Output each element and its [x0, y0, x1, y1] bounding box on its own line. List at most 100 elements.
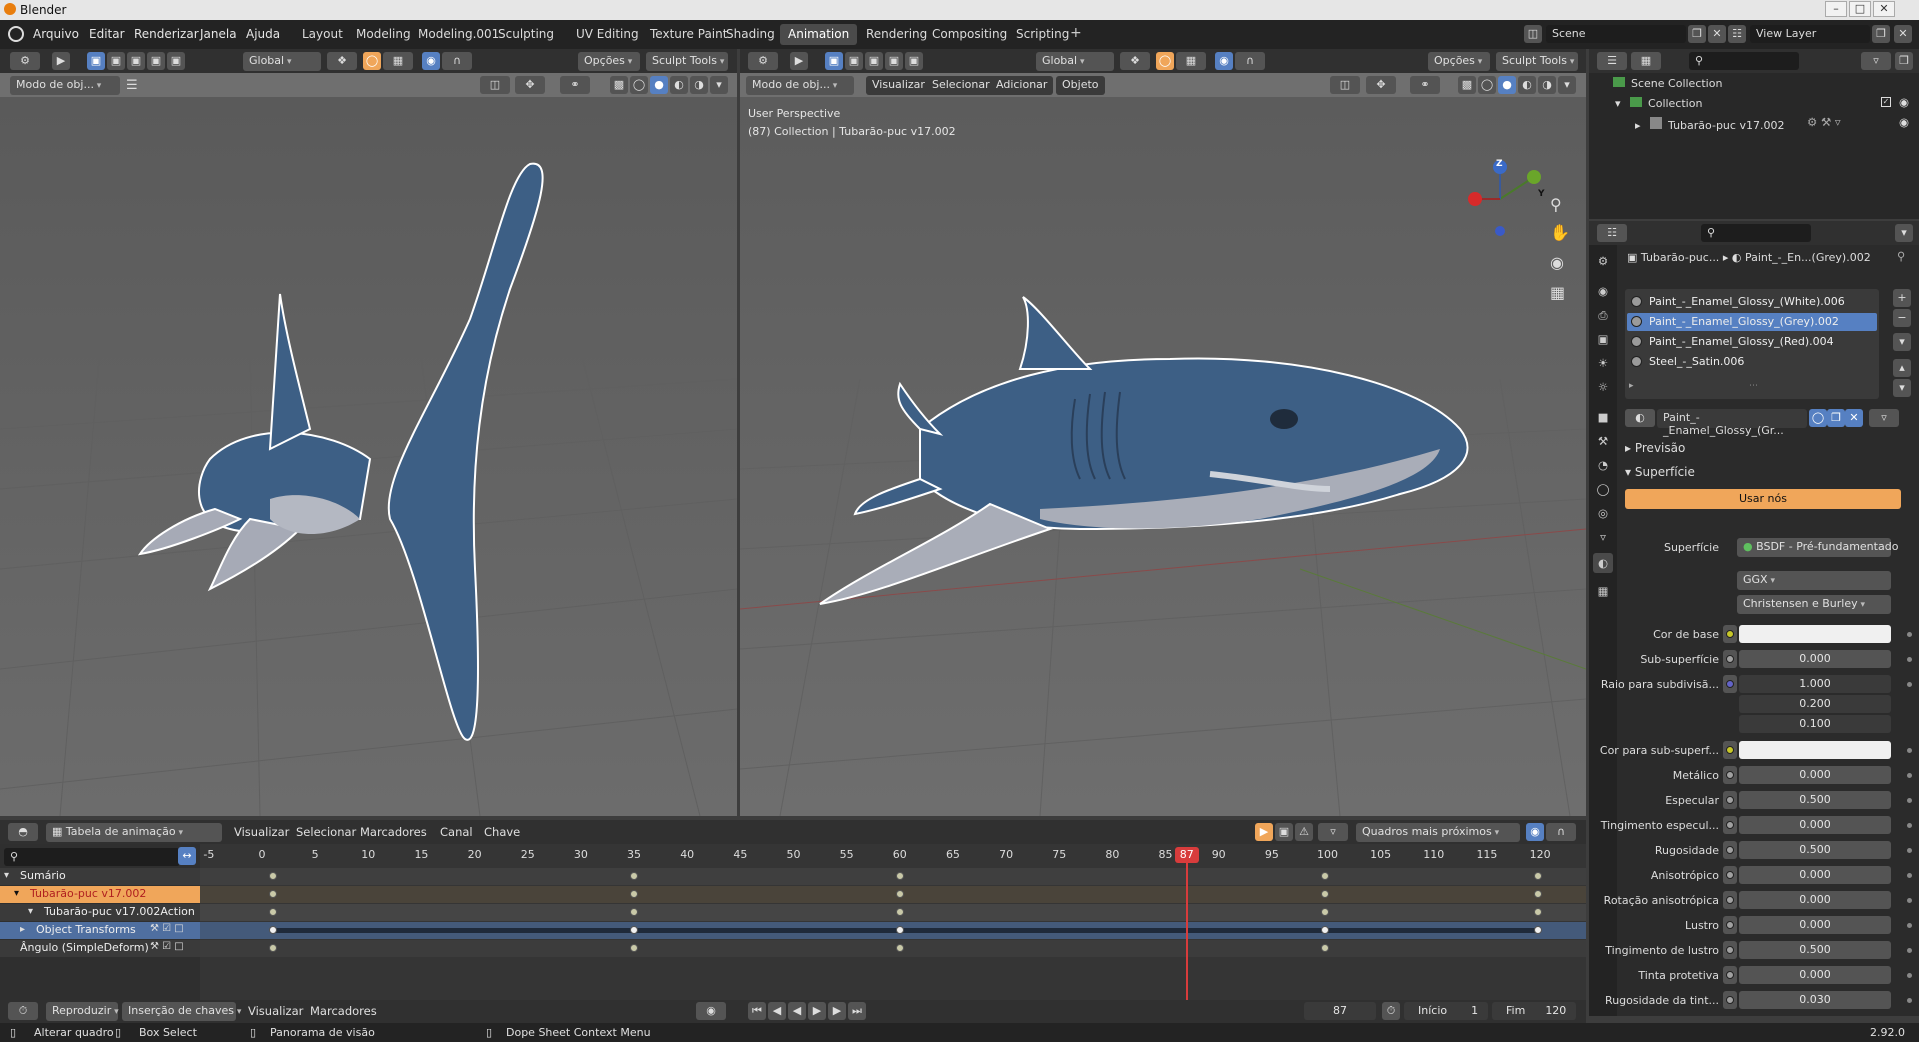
prop-value-3[interactable]: 0.200 [1739, 695, 1891, 713]
prop-value-13[interactable]: 0.500 [1739, 941, 1891, 959]
properties-search-input[interactable]: ⚲ [1701, 224, 1811, 242]
close-button[interactable]: ✕ [1873, 1, 1895, 17]
keyframe-marker[interactable] [895, 908, 904, 916]
wireframe-shading-icon[interactable]: ◯ [1478, 76, 1496, 94]
channel-toggles-icon[interactable]: ⚒ ☑ □ [150, 941, 184, 952]
proportional-edit-icon[interactable]: ◉ [1215, 52, 1233, 70]
maximize-button[interactable]: □ [1849, 1, 1871, 17]
tree-scene-collection[interactable]: Scene Collection [1613, 77, 1722, 90]
keyframe-dot-icon[interactable] [1907, 998, 1912, 1003]
prop-socket-9[interactable] [1723, 841, 1737, 859]
falloff-icon[interactable]: ∩ [1546, 823, 1576, 841]
prop-value-8[interactable]: 0.000 [1739, 816, 1891, 834]
viewport-menu-3[interactable]: Objeto [1056, 76, 1105, 95]
jump-start-icon[interactable]: ⏮ [748, 1002, 766, 1020]
delete-scene-icon[interactable]: ✕ [1708, 25, 1726, 43]
distribution-dropdown[interactable]: GGX [1737, 571, 1891, 590]
outliner-search-input[interactable]: ⚲ [1689, 52, 1799, 70]
workspace-tab-9[interactable]: Compositing [924, 24, 1015, 45]
view-layer-field[interactable]: View Layer [1750, 25, 1870, 43]
collection-checkbox[interactable]: ✓ [1881, 97, 1891, 107]
keyframe-marker[interactable] [895, 872, 904, 880]
display-mode-icon[interactable]: ▦ [1631, 52, 1661, 70]
channel-search-input[interactable]: ⚲ [4, 848, 180, 866]
dopesheet-mode-dropdown[interactable]: ▦ Tabela de animação [46, 823, 222, 842]
zoom-icon[interactable]: ⚲ [1550, 195, 1562, 214]
keyframe-marker[interactable] [895, 926, 904, 934]
menu-2[interactable]: Renderizar [134, 27, 199, 41]
prop-socket-14[interactable] [1723, 966, 1737, 984]
keyframe-marker[interactable] [1533, 872, 1542, 880]
use-nodes-button[interactable]: Usar nós [1625, 489, 1901, 509]
ortho-grid-icon[interactable]: ▦ [1550, 283, 1565, 302]
channel-3[interactable]: ▸ Object Transforms ⚒ ☑ □ [0, 922, 200, 939]
keyframe-dot-icon[interactable] [1907, 848, 1912, 853]
scene-name-field[interactable]: Scene [1546, 25, 1686, 43]
material-slot-1[interactable]: Paint_-_Enamel_Glossy_(Grey).002 [1627, 313, 1877, 331]
add-workspace-button[interactable]: + [1070, 25, 1082, 41]
camera-icon[interactable]: ◉ [1550, 253, 1564, 272]
prop-socket-10[interactable] [1723, 866, 1737, 884]
prop-value-0[interactable] [1739, 625, 1891, 643]
chevron-down-icon[interactable]: ▾ [4, 870, 9, 881]
overlay-toggle-icon[interactable]: ⚭ [1410, 76, 1440, 94]
only-selected-icon[interactable]: ▶ [1255, 823, 1273, 841]
keyframe-marker[interactable] [268, 908, 277, 916]
keyframe-row-0[interactable] [200, 868, 1586, 885]
prop-value-5[interactable] [1739, 741, 1891, 759]
material-slot-2[interactable]: Paint_-_Enamel_Glossy_(Red).004 [1627, 333, 1877, 351]
editor-type-icon[interactable]: ◓ [8, 823, 38, 841]
keyframe-marker[interactable] [1533, 926, 1542, 934]
surface-shader-button[interactable]: ● BSDF - Pré-fundamentado [1737, 538, 1898, 557]
dopesheet-menu-0[interactable]: Visualizar [234, 825, 289, 839]
menu-3[interactable]: Janela [200, 27, 237, 41]
prop-value-10[interactable]: 0.000 [1739, 866, 1891, 884]
expand-arrow-icon[interactable]: ▾ [1615, 97, 1621, 110]
move-down-icon[interactable]: ▾ [1893, 379, 1911, 397]
prop-value-14[interactable]: 0.000 [1739, 966, 1891, 984]
slot-specials-icon[interactable]: ▾ [1893, 333, 1911, 351]
prop-value-9[interactable]: 0.500 [1739, 841, 1891, 859]
dope-sheet[interactable]: ◓ ▦ Tabela de animação Visualizar Selecio… [0, 820, 1586, 1006]
keyframe-dot-icon[interactable] [1907, 898, 1912, 903]
material-slot-3[interactable]: Steel_-_Satin.006 [1627, 353, 1877, 371]
mode-extend-icon[interactable]: ▣ [845, 52, 863, 70]
output-tab-icon[interactable]: ⎙ [1593, 305, 1613, 325]
channel-toggles-icon[interactable]: ⚒ ☑ □ [150, 923, 184, 934]
keyframe-dot-icon[interactable] [1907, 632, 1912, 637]
keyframe-dot-icon[interactable] [1907, 973, 1912, 978]
duplicate-material-icon[interactable]: ❐ [1827, 409, 1845, 427]
dopesheet-menu-3[interactable]: Canal [440, 825, 473, 839]
snap-target-icon[interactable]: ▦ [1176, 52, 1206, 70]
playhead-line[interactable] [1186, 858, 1189, 1006]
editor-type-icon[interactable]: ⚙ [748, 52, 778, 70]
keyframe-dot-icon[interactable] [1907, 748, 1912, 753]
prop-value-4[interactable]: 0.100 [1739, 715, 1891, 733]
section-preview[interactable]: ▸ Previsão [1625, 441, 1685, 455]
prev-keyframe-icon[interactable]: ◀ [768, 1002, 786, 1020]
keyframe-row-1[interactable] [200, 886, 1586, 903]
pivot-icon[interactable]: ❖ [1120, 52, 1150, 70]
workspace-tab-1[interactable]: Modeling [348, 24, 419, 45]
dopesheet-menu-4[interactable]: Chave [484, 825, 520, 839]
keyframe-marker[interactable] [1321, 872, 1329, 880]
prop-value-1[interactable]: 0.000 [1739, 650, 1891, 668]
subsurface-method-dropdown[interactable]: Christensen e Burley [1737, 595, 1891, 614]
channel-1[interactable]: ▾ Tubarão-puc v17.002 [0, 886, 200, 903]
xray-icon[interactable]: ▩ [1458, 76, 1476, 94]
timeline-menu-1[interactable]: Inserção de chaves [122, 1002, 236, 1021]
gizmo-toggle-icon[interactable]: ✥ [1366, 76, 1396, 94]
play-reverse-icon[interactable]: ◀ [788, 1002, 806, 1020]
prop-socket-1[interactable] [1723, 650, 1737, 668]
dopesheet-menu-1[interactable]: Selecionar [296, 825, 356, 839]
options-dropdown[interactable]: Opções [1428, 52, 1490, 71]
prop-socket-6[interactable] [1723, 766, 1737, 784]
keyframe-dot-icon[interactable] [1907, 798, 1912, 803]
prop-socket-13[interactable] [1723, 941, 1737, 959]
timeline-menu-2[interactable]: Visualizar [248, 1004, 303, 1018]
material-browse-icon[interactable]: ◐ [1625, 409, 1655, 427]
move-up-icon[interactable]: ▴ [1893, 359, 1911, 377]
keyframe-dot-icon[interactable] [1907, 948, 1912, 953]
play-icon[interactable]: ▶ [808, 1002, 826, 1020]
keyframe-marker[interactable] [630, 908, 639, 916]
